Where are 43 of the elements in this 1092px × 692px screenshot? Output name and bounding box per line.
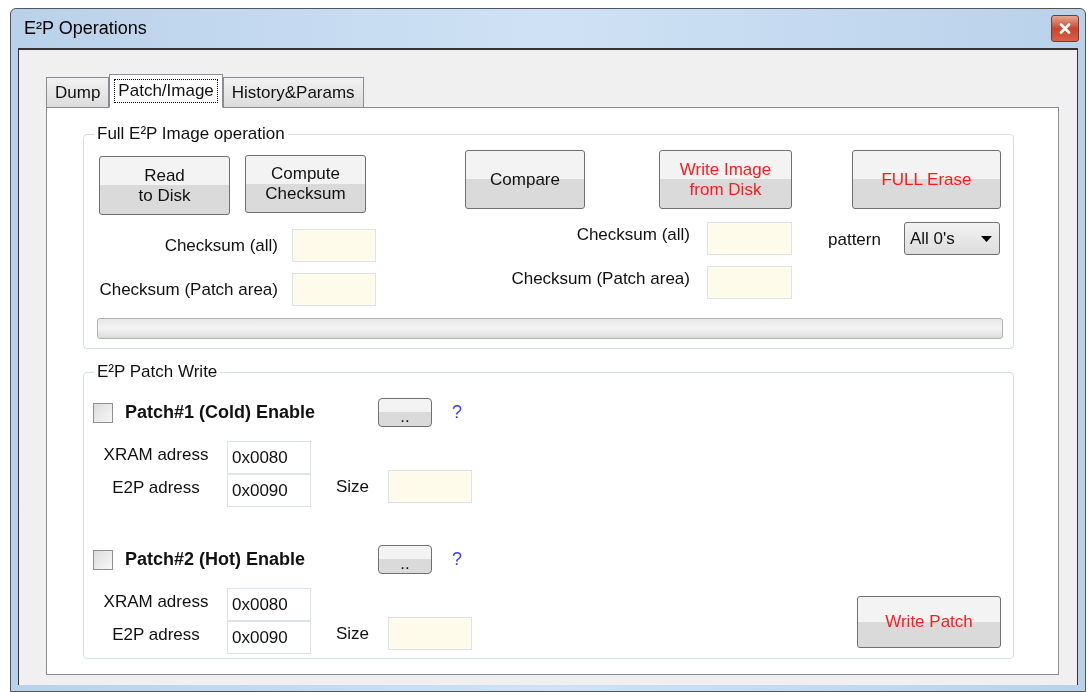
text-field[interactable]: 0x0080: [227, 441, 311, 474]
field-label: Checksum (all): [163, 234, 278, 257]
field-label: Checksum (Patch area): [510, 267, 690, 290]
field-label: E2P adress: [112, 624, 200, 646]
action-button[interactable]: Compare: [465, 150, 585, 209]
action-button[interactable]: Write Image from Disk: [659, 150, 792, 209]
text-field[interactable]: 0x0090: [227, 621, 311, 654]
field-label: Size: [336, 475, 371, 498]
checkbox[interactable]: [93, 549, 113, 570]
action-button[interactable]: ..: [378, 545, 432, 574]
checkbox-label: Patch#2 (Hot) Enable: [125, 548, 307, 571]
text-field[interactable]: [292, 273, 376, 306]
checkbox-label: Patch#1 (Cold) Enable: [125, 401, 317, 424]
tab[interactable]: History&Params: [222, 77, 364, 107]
field-label: pattern: [828, 228, 882, 251]
field-label: E2P adress: [112, 477, 200, 499]
tab[interactable]: Dump: [46, 77, 110, 107]
checkbox[interactable]: [93, 402, 113, 423]
dropdown-arrow-icon: [981, 235, 992, 242]
help-link[interactable]: ?: [452, 546, 462, 573]
action-button[interactable]: Read to Disk: [99, 156, 230, 215]
text-field[interactable]: [388, 470, 472, 503]
text-field[interactable]: 0x0080: [227, 588, 311, 621]
text-field[interactable]: [707, 266, 792, 299]
action-button[interactable]: ..: [378, 398, 432, 427]
help-link[interactable]: ?: [452, 399, 462, 426]
close-button[interactable]: [1051, 15, 1079, 42]
pattern-dropdown[interactable]: All 0's: [904, 222, 1000, 255]
text-field[interactable]: [707, 222, 792, 255]
action-button[interactable]: Compute Checksum: [245, 155, 366, 213]
text-field[interactable]: [292, 229, 376, 262]
group-title: Full E²P Image operation: [94, 124, 288, 144]
close-icon: [1059, 23, 1071, 34]
window-title: E²P Operations: [24, 17, 147, 40]
text-field[interactable]: [388, 617, 472, 650]
tab[interactable]: Patch/Image: [109, 74, 223, 108]
field-label: Checksum (Patch area): [98, 278, 278, 301]
field-label: Size: [336, 622, 371, 645]
action-button[interactable]: Write Patch: [857, 596, 1001, 648]
field-label: XRAM adress: [103, 591, 209, 613]
field-label: Checksum (all): [575, 223, 690, 246]
text-field[interactable]: 0x0090: [227, 474, 311, 507]
field-label: XRAM adress: [103, 444, 209, 466]
